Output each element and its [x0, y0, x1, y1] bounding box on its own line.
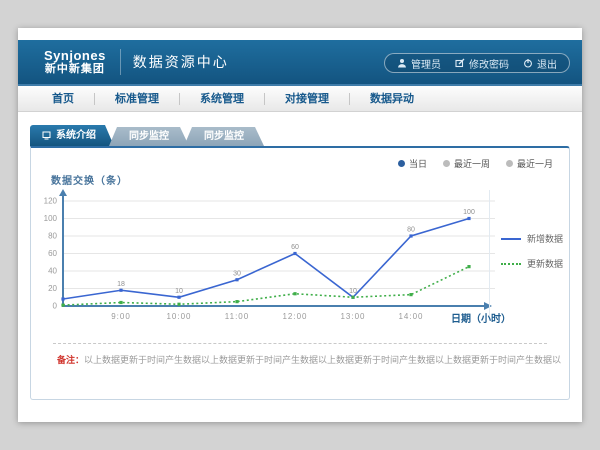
data-point: [467, 217, 470, 220]
period-option-today[interactable]: 当日: [398, 157, 427, 170]
main-nav: 首页 标准管理 系统管理 对接管理 数据异动: [18, 86, 582, 112]
data-label: 80: [407, 227, 415, 234]
tab-label: 同步监控: [204, 127, 244, 146]
user-menu[interactable]: 管理员: [397, 56, 441, 71]
legend-label: 更新数据: [527, 257, 563, 270]
data-label: 30: [233, 270, 241, 277]
browser-page: Synjones 新中新集团 数据资源中心 管理员 修改密码: [18, 28, 582, 422]
nav-item-standard-mgmt[interactable]: 标准管理: [95, 86, 179, 112]
series-legend: 新增数据 更新数据: [501, 232, 563, 282]
note-divider: [53, 343, 547, 344]
data-point: [409, 234, 412, 237]
user-icon: [397, 58, 407, 68]
tab-system-intro[interactable]: 系统介绍: [30, 125, 114, 146]
data-point: [177, 303, 180, 306]
data-label: 10: [175, 288, 183, 295]
x-axis-arrow-icon: [484, 302, 492, 310]
legend-label: 新增数据: [527, 232, 563, 245]
data-point: [235, 300, 238, 303]
nav-item-interface-mgmt[interactable]: 对接管理: [265, 86, 349, 112]
period-label: 最近一月: [517, 157, 553, 170]
user-toolbar: 管理员 修改密码 退出: [384, 53, 570, 73]
y-tick-label: 20: [48, 284, 57, 293]
data-point: [467, 265, 470, 268]
nav-item-data-change[interactable]: 数据异动: [350, 86, 434, 112]
y-tick-label: 120: [44, 197, 58, 206]
header-divider: [120, 49, 121, 75]
company-name: 新中新集团: [44, 63, 106, 75]
content-panel: 当日 最近一周 最近一月 数据交换（条） 0 20 40 60 80 100 120 9:00…: [30, 146, 570, 400]
period-option-last-month[interactable]: 最近一月: [506, 157, 553, 170]
tab-label: 系统介绍: [56, 125, 96, 146]
page-title: 数据资源中心: [133, 52, 229, 72]
change-password-button[interactable]: 修改密码: [455, 56, 509, 71]
data-label: 60: [291, 244, 299, 251]
data-point: [409, 293, 412, 296]
radio-selected-icon: [398, 160, 405, 167]
data-point: [61, 297, 64, 300]
document-icon: [42, 131, 51, 140]
legend-divider: [489, 190, 490, 316]
data-label: 18: [117, 281, 125, 288]
radio-icon: [506, 160, 513, 167]
y-tick-label: 60: [48, 249, 57, 258]
data-point: [293, 252, 296, 255]
line-chart: 0 20 40 60 80 100 120 9:00 10:00 11:00 12:00 13:00 1…: [33, 188, 499, 326]
y-tick-label: 40: [48, 267, 57, 276]
data-point: [119, 289, 122, 292]
data-point: [177, 296, 180, 299]
y-axis-title: 数据交换（条）: [51, 172, 128, 187]
data-label: 10: [349, 288, 357, 295]
y-axis-arrow-icon: [59, 189, 67, 196]
y-tick-label: 80: [48, 232, 57, 241]
period-filter: 当日 最近一周 最近一月: [398, 157, 553, 170]
x-tick-label: 11:00: [225, 312, 249, 321]
nav-item-home[interactable]: 首页: [32, 86, 94, 112]
footnote-label: 备注：: [57, 355, 84, 365]
y-tick-label: 0: [53, 302, 58, 311]
x-tick-label: 12:00: [282, 312, 307, 321]
tab-sync-monitor-2[interactable]: 同步监控: [184, 127, 264, 146]
data-point: [351, 296, 354, 299]
y-tick-label: 100: [44, 214, 58, 223]
data-point: [235, 278, 238, 281]
x-tick-label: 14:00: [398, 312, 423, 321]
change-password-label: 修改密码: [469, 56, 509, 71]
radio-icon: [443, 160, 450, 167]
tab-bar: 系统介绍 同步监控 同步监控: [30, 125, 264, 146]
data-label: 100: [463, 209, 475, 216]
period-option-last-week[interactable]: 最近一周: [443, 157, 490, 170]
x-tick-label: 9:00: [111, 312, 131, 321]
tab-label: 同步监控: [129, 127, 169, 146]
x-tick-label: 10:00: [166, 312, 191, 321]
legend-item-updated-data: 更新数据: [501, 257, 563, 270]
logout-button[interactable]: 退出: [523, 56, 557, 71]
footnote-text: 以上数据更新于时间产生数据以上数据更新于时间产生数据以上数据更新于时间产生数据以…: [84, 355, 561, 365]
logo[interactable]: Synjones 新中新集团: [44, 49, 106, 75]
data-point: [119, 301, 122, 304]
legend-item-new-data: 新增数据: [501, 232, 563, 245]
footnote: 备注：以上数据更新于时间产生数据以上数据更新于时间产生数据以上数据更新于时间产生…: [57, 353, 561, 366]
period-label: 当日: [409, 157, 427, 170]
x-axis-title: 日期（小时）: [451, 310, 511, 325]
nav-item-system-mgmt[interactable]: 系统管理: [180, 86, 264, 112]
data-point: [61, 304, 64, 307]
power-icon: [523, 58, 533, 68]
dotted-line-icon: [501, 263, 521, 265]
tab-sync-monitor-1[interactable]: 同步监控: [109, 127, 189, 146]
x-tick-label: 13:00: [340, 312, 365, 321]
logout-label: 退出: [537, 56, 557, 71]
brand-name: Synjones: [44, 49, 106, 63]
solid-line-icon: [501, 238, 521, 240]
period-label: 最近一周: [454, 157, 490, 170]
app-header: Synjones 新中新集团 数据资源中心 管理员 修改密码: [18, 40, 582, 86]
edit-icon: [455, 58, 465, 68]
user-name: 管理员: [411, 56, 441, 71]
data-point: [293, 292, 296, 295]
